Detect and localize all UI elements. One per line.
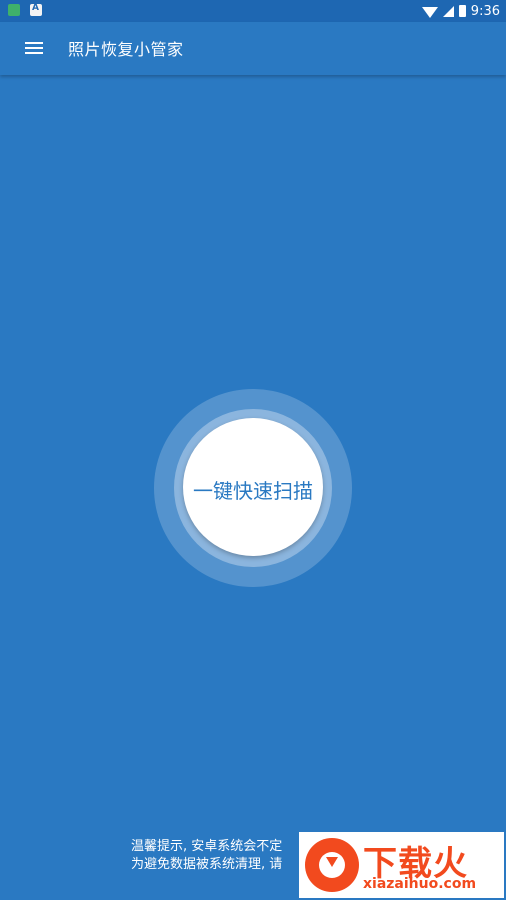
- status-time: 9:36: [470, 3, 500, 19]
- wifi-icon: [421, 6, 438, 18]
- watermark-overlay: 下载火 xiazaihuo.com: [299, 832, 504, 898]
- download-fire-logo-icon: [305, 838, 359, 892]
- status-bar: 9:36: [0, 0, 506, 22]
- battery-charging-icon: [458, 5, 466, 17]
- status-bar-right: 9:36: [421, 0, 500, 22]
- hamburger-menu-icon[interactable]: [24, 39, 44, 57]
- tip-line-2: 为避免数据被系统清理, 请: [131, 857, 283, 872]
- tip-text: 温馨提示, 安卓系统会不定 为避免数据被系统清理, 请: [131, 838, 282, 874]
- keyboard-a-icon: [30, 3, 42, 16]
- signal-icon: [442, 5, 454, 17]
- scan-button-label: 一键快速扫描: [193, 478, 313, 503]
- tip-line-1: 温馨提示, 安卓系统会不定: [131, 839, 283, 854]
- watermark-url: xiazaihuo.com: [363, 876, 477, 892]
- app-notification-icon: [8, 4, 20, 16]
- app-title: 照片恢复小管家: [68, 40, 184, 59]
- quick-scan-button[interactable]: 一键快速扫描: [183, 418, 323, 556]
- app-bar: 照片恢复小管家: [0, 22, 506, 75]
